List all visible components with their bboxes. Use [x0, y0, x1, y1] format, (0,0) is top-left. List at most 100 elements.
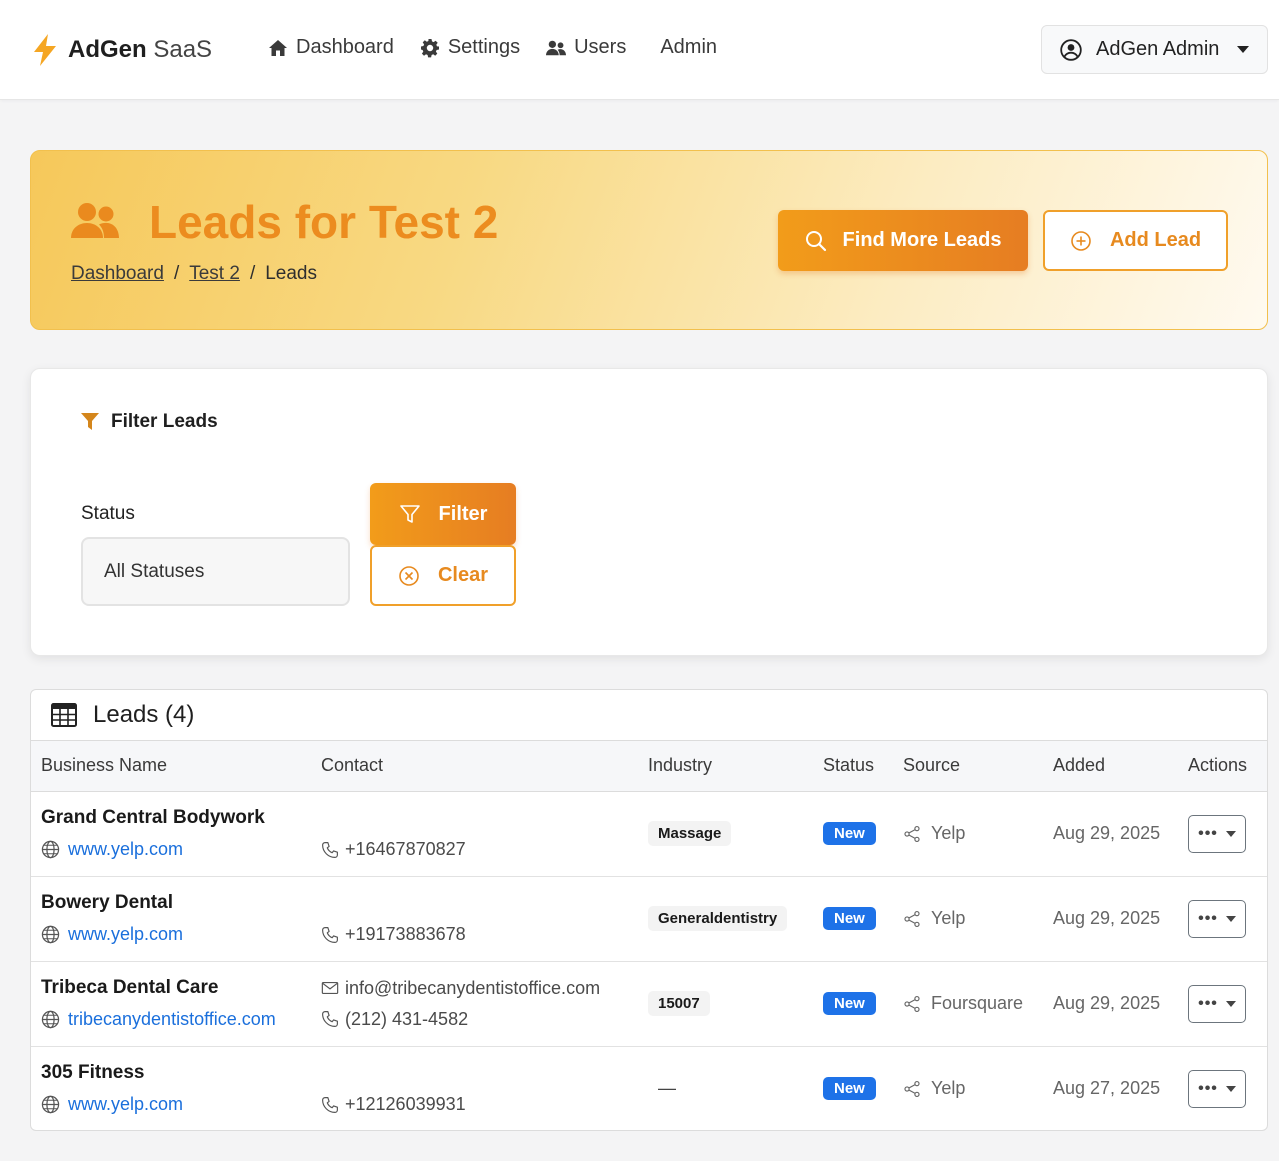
- row-actions-dropdown[interactable]: •••: [1188, 899, 1246, 938]
- nav-admin[interactable]: Admin: [660, 36, 717, 59]
- industry-badge: Massage: [648, 821, 732, 846]
- share-icon: [904, 825, 920, 842]
- page-title-group: Leads for Test 2: [71, 195, 498, 249]
- status-cell: New: [823, 876, 903, 961]
- contact-phone[interactable]: +16467870827: [321, 839, 648, 860]
- filter-card: Filter Leads Status All Statuses Filter …: [30, 368, 1268, 656]
- actions-cell: •••: [1188, 961, 1267, 1046]
- share-icon: [904, 995, 920, 1012]
- status-select[interactable]: All Statuses: [81, 537, 350, 606]
- business-cell: Bowery Dental www.yelp.com: [31, 876, 321, 961]
- website-link[interactable]: www.yelp.com: [41, 1094, 321, 1115]
- status-badge: New: [823, 992, 876, 1015]
- row-actions-dropdown[interactable]: •••: [1188, 984, 1246, 1023]
- added-date: Aug 29, 2025: [1053, 823, 1161, 843]
- column-header-actions: Actions: [1188, 741, 1267, 792]
- user-menu-dropdown[interactable]: AdGen Admin: [1041, 25, 1268, 74]
- more-dots-icon: •••: [1198, 909, 1218, 927]
- status-badge: New: [823, 1077, 876, 1100]
- envelope-icon: [321, 982, 339, 994]
- industry-cell: Generaldentistry: [648, 876, 823, 961]
- industry-badge: Generaldentistry: [648, 906, 788, 931]
- business-name: 305 Fitness: [41, 1062, 145, 1083]
- column-header-industry[interactable]: Industry: [648, 741, 823, 792]
- row-actions-dropdown[interactable]: •••: [1188, 814, 1246, 853]
- breadcrumb-separator: /: [173, 263, 180, 284]
- added-date: Aug 27, 2025: [1053, 1078, 1161, 1098]
- phone-icon: [322, 1096, 338, 1113]
- source-cell: Yelp: [903, 876, 1053, 961]
- contact-phone[interactable]: +12126039931: [321, 1094, 648, 1115]
- website-link[interactable]: www.yelp.com: [41, 924, 321, 945]
- leads-card: Leads (4) Business Name Contact Industry…: [30, 689, 1268, 1131]
- breadcrumb-dashboard[interactable]: Dashboard: [71, 263, 164, 285]
- phone-icon: [322, 926, 338, 943]
- source-label: Foursquare: [903, 993, 1053, 1014]
- nav-users[interactable]: Users: [546, 36, 626, 59]
- industry-badge: 15007: [648, 991, 710, 1016]
- added-cell: Aug 27, 2025: [1053, 1046, 1188, 1130]
- website-link[interactable]: tribecanydentistoffice.com: [41, 1009, 321, 1030]
- source-label: Yelp: [903, 1078, 1053, 1099]
- breadcrumb-test-2[interactable]: Test 2: [189, 263, 240, 285]
- column-header-business-name[interactable]: Business Name: [31, 741, 321, 792]
- leads-heading: Leads (4): [31, 690, 1267, 741]
- source-cell: Yelp: [903, 791, 1053, 876]
- contact-phone[interactable]: (212) 431-4582: [321, 1009, 648, 1030]
- brand-logo[interactable]: AdGen SaaS: [32, 34, 212, 66]
- column-header-contact[interactable]: Contact: [321, 741, 648, 792]
- table-icon: [51, 703, 77, 727]
- nav-dashboard[interactable]: Dashboard: [268, 36, 394, 59]
- table-row: Bowery Dental www.yelp.com +19173883678 …: [31, 876, 1267, 961]
- business-name: Tribeca Dental Care: [41, 977, 219, 998]
- business-name: Bowery Dental: [41, 892, 173, 913]
- globe-icon: [41, 840, 60, 859]
- business-name: Grand Central Bodywork: [41, 807, 265, 828]
- more-dots-icon: •••: [1198, 824, 1218, 842]
- chevron-down-icon: [1225, 1000, 1236, 1007]
- users-icon: [546, 40, 567, 55]
- table-row: 305 Fitness www.yelp.com +12126039931 — …: [31, 1046, 1267, 1130]
- page-header: Leads for Test 2 Dashboard / Test 2 / Le…: [30, 150, 1268, 330]
- home-icon: [269, 39, 287, 56]
- added-cell: Aug 29, 2025: [1053, 961, 1188, 1046]
- filter-button[interactable]: Filter: [370, 483, 516, 545]
- status-cell: New: [823, 1046, 903, 1130]
- more-dots-icon: •••: [1198, 994, 1218, 1012]
- status-cell: New: [823, 791, 903, 876]
- funnel-icon: [81, 413, 99, 430]
- contact-phone[interactable]: +19173883678: [321, 924, 648, 945]
- contact-email[interactable]: info@tribecanydentistoffice.com: [321, 978, 648, 999]
- table-header-row: Business Name Contact Industry Status So…: [31, 741, 1267, 792]
- actions-cell: •••: [1188, 876, 1267, 961]
- added-cell: Aug 29, 2025: [1053, 876, 1188, 961]
- main-nav: Dashboard Settings Users Admin: [268, 36, 743, 59]
- source-label: Yelp: [903, 908, 1053, 929]
- status-cell: New: [823, 961, 903, 1046]
- nav-settings[interactable]: Settings: [420, 36, 520, 59]
- column-header-status[interactable]: Status: [823, 741, 903, 792]
- industry-cell: —: [648, 1046, 823, 1130]
- filter-heading: Filter Leads: [81, 411, 218, 433]
- share-icon: [904, 1080, 920, 1097]
- clear-button[interactable]: Clear: [370, 545, 516, 606]
- added-cell: Aug 29, 2025: [1053, 791, 1188, 876]
- status-badge: New: [823, 822, 876, 845]
- actions-cell: •••: [1188, 1046, 1267, 1130]
- find-more-leads-button[interactable]: Find More Leads: [778, 210, 1028, 271]
- phone-icon: [322, 1011, 338, 1027]
- source-cell: Yelp: [903, 1046, 1053, 1130]
- add-lead-button[interactable]: Add Lead: [1043, 210, 1228, 271]
- brand-name: AdGen SaaS: [68, 36, 213, 63]
- row-actions-dropdown[interactable]: •••: [1188, 1069, 1246, 1108]
- column-header-source[interactable]: Source: [903, 741, 1053, 792]
- contact-cell: info@tribecanydentistoffice.com (212) 43…: [321, 961, 648, 1046]
- contact-cell: +12126039931: [321, 1046, 648, 1130]
- plus-circle-icon: [1071, 230, 1091, 251]
- business-cell: Tribeca Dental Care tribecanydentistoffi…: [31, 961, 321, 1046]
- status-badge: New: [823, 907, 876, 930]
- website-link[interactable]: www.yelp.com: [41, 839, 321, 860]
- column-header-added[interactable]: Added: [1053, 741, 1188, 792]
- leads-table: Business Name Contact Industry Status So…: [31, 741, 1267, 1130]
- phone-icon: [322, 841, 338, 858]
